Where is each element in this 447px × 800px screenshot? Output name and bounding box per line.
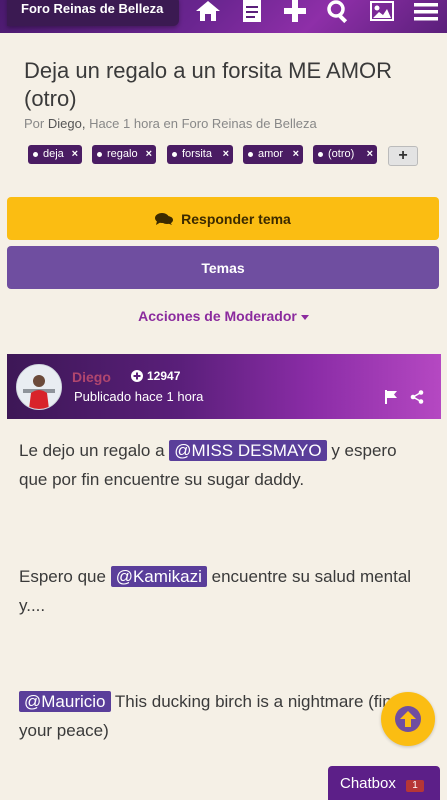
tag-forsita[interactable]: forsita × [167,145,233,164]
tag-dot-icon [33,152,38,157]
tag-label: deja [43,148,64,160]
add-tag-button[interactable]: + [388,146,418,166]
caret-down-icon [300,314,309,320]
paragraph-text: Le dejo un regalo a [19,441,170,460]
tag-amor[interactable]: amor × [243,145,303,164]
tag-regalo[interactable]: regalo × [92,145,156,164]
tag-remove-icon[interactable]: × [293,145,299,164]
post-paragraph: Espero que @Kamikazi encuentre su salud … [19,562,429,620]
arrow-up-circle-icon [395,706,421,732]
tag-otro[interactable]: (otro) × [313,145,377,164]
topics-button[interactable]: Temas [7,246,439,289]
chatbox-label: Chatbox [340,775,396,792]
document-icon[interactable] [237,0,267,26]
menu-icon[interactable] [411,0,441,26]
post-paragraph: @Mauricio This ducking birch is a nightm… [19,687,429,745]
user-mention[interactable]: @Mauricio [19,691,111,712]
scroll-to-top-button[interactable] [381,692,435,746]
tag-remove-icon[interactable]: × [367,145,373,164]
moderator-actions-label: Acciones de Moderador [138,308,297,324]
tag-remove-icon[interactable]: × [72,145,78,164]
tag-dot-icon [248,152,253,157]
tag-dot-icon [318,152,323,157]
tag-dot-icon [172,152,177,157]
topic-time-forum[interactable]: Hace 1 hora en Foro Reinas de Belleza [89,116,317,131]
search-icon[interactable] [323,0,353,26]
tag-remove-icon[interactable]: × [223,145,229,164]
post-author-points: 12947 [131,369,180,383]
reply-topic-button[interactable]: Responder tema [7,197,439,240]
post-published-time: Publicado hace 1 hora [74,389,204,404]
image-icon[interactable] [367,0,397,26]
user-mention[interactable]: @MISS DESMAYO [169,440,327,461]
tag-label: amor [258,148,284,160]
chatbox-tab[interactable]: Chatbox 1 [328,766,440,800]
chatbox-count-badge: 1 [406,780,424,792]
author-avatar[interactable] [16,364,62,410]
paragraph-text: Espero que [19,567,111,586]
byline-prefix: Por [24,116,45,131]
reply-topic-label: Responder tema [181,210,291,227]
topic-title: Deja un regalo a un forsita ME AMOR (otr… [24,58,393,111]
forum-breadcrumb[interactable]: Foro Reinas de Belleza [7,0,180,26]
tag-label: regalo [107,148,138,160]
topic-author-link[interactable]: Diego, [48,116,86,131]
user-mention[interactable]: @Kamikazi [110,566,207,587]
flag-icon[interactable] [384,390,398,409]
plus-icon[interactable] [280,0,310,26]
tag-remove-icon[interactable]: × [146,145,152,164]
topics-label: Temas [201,259,245,276]
home-icon[interactable] [193,0,223,26]
top-navigation-bar: Foro Reinas de Belleza [0,0,447,33]
tag-deja[interactable]: deja × [28,145,82,164]
points-value: 12947 [147,369,181,383]
post-paragraph: Le dejo un regalo a @MISS DESMAYO y espe… [19,436,429,494]
moderator-actions-dropdown[interactable]: Acciones de Moderador [0,308,447,324]
post-author-name[interactable]: Diego [72,369,111,385]
topic-byline: Por Diego, Hace 1 hora en Foro Reinas de… [24,116,317,131]
post-header: Diego 12947 Publicado hace 1 hora [7,354,441,419]
plus-circle-icon [131,370,143,382]
tag-dot-icon [97,152,102,157]
tag-label: (otro) [328,148,355,160]
comments-icon [155,212,174,225]
tag-label: forsita [182,148,212,160]
share-icon[interactable] [410,390,424,409]
